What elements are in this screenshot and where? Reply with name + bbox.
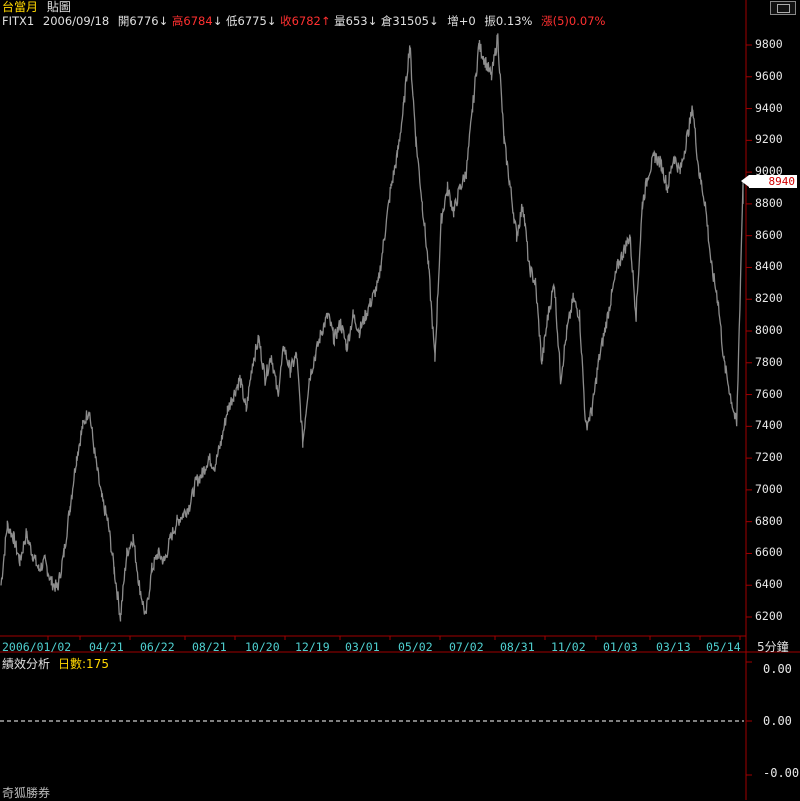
price-tick-label: 6600 <box>755 545 783 560</box>
price-tick-label: 7200 <box>755 450 783 465</box>
price-tick-label: 9200 <box>755 132 783 147</box>
price-tick-label: 7600 <box>755 386 783 401</box>
time-tick-label: 08/21 <box>192 640 227 654</box>
price-tick-label: 8200 <box>755 291 783 306</box>
sub-pane-title: 績效分析 日數:175 <box>2 655 109 672</box>
price-tick-label: 8600 <box>755 227 783 242</box>
time-tick-label: 05/14 <box>706 640 741 654</box>
performance-analysis-label[interactable]: 績效分析 <box>2 657 50 671</box>
price-tick-label: 7400 <box>755 418 783 433</box>
days-count-label: 日數:175 <box>58 657 109 671</box>
price-tick-label: 6200 <box>755 609 783 623</box>
price-tick-label: 9800 <box>755 37 783 51</box>
price-tick-label: 7000 <box>755 481 783 496</box>
last-price-tag: 8940 <box>749 175 797 189</box>
footer-brand-label: 奇狐勝券 <box>2 786 51 800</box>
time-tick-label: 07/02 <box>449 640 484 654</box>
time-tick-label: 10/20 <box>245 640 280 654</box>
price-tick-label: 9600 <box>755 68 783 83</box>
time-tick-label: 06/22 <box>140 640 175 654</box>
price-series-line <box>0 33 744 622</box>
time-tick-label: 03/01 <box>345 640 380 654</box>
price-tick-label: 8400 <box>755 259 783 274</box>
time-tick-label: 12/19 <box>295 640 330 654</box>
time-tick-label: 08/31 <box>500 640 535 654</box>
price-tick-label: 8000 <box>755 323 783 337</box>
price-chart[interactable] <box>0 0 800 800</box>
price-tick-label: 8800 <box>755 195 783 210</box>
time-tick-label: 2006/01/02 <box>2 640 72 654</box>
interval-label[interactable]: 5分鐘 <box>757 638 789 655</box>
price-tick-label: 7800 <box>755 354 783 369</box>
time-tick-label: 11/02 <box>551 640 586 654</box>
price-tick-label: 6800 <box>755 513 783 528</box>
sub-axis-mid-value: 0.00 <box>763 714 792 728</box>
price-tick-label: 6400 <box>755 577 783 592</box>
last-price-pointer-icon <box>741 175 749 188</box>
price-tick-label: 9400 <box>755 100 783 115</box>
sub-axis-bottom-value: -0.00 <box>763 766 800 780</box>
sub-axis-top-value: 0.00 <box>763 662 792 676</box>
time-tick-label: 04/21 <box>89 640 124 654</box>
time-tick-label: 05/02 <box>398 640 433 654</box>
time-tick-label: 03/13 <box>656 640 691 654</box>
time-tick-label: 01/03 <box>603 640 638 654</box>
